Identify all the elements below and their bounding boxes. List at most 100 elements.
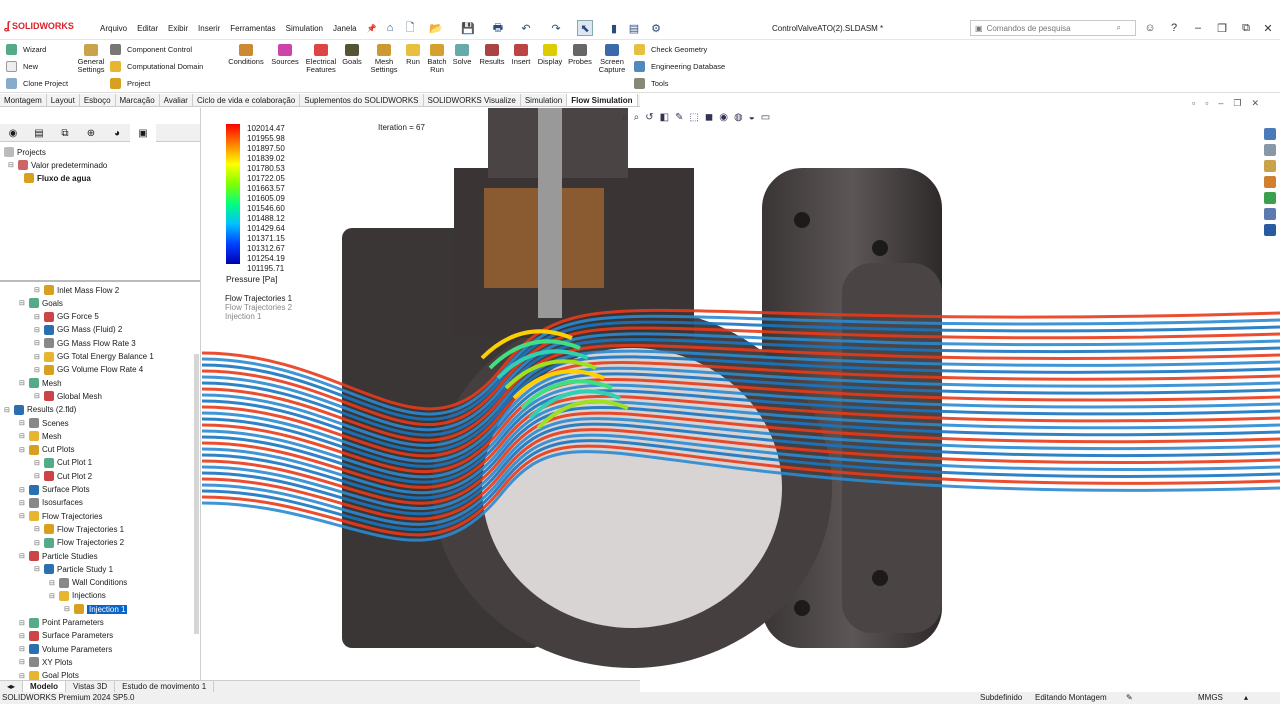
expand-icon[interactable]: ⊟ bbox=[34, 565, 41, 573]
clone-project-button[interactable]: Clone Project bbox=[6, 78, 68, 89]
tree-item[interactable]: ⊟ Global Mesh bbox=[34, 390, 102, 402]
view-settings-icon[interactable]: ▭ bbox=[761, 112, 770, 123]
tree-item[interactable]: ⊟ XY Plots bbox=[19, 656, 73, 668]
view-palette-icon[interactable] bbox=[1264, 176, 1276, 188]
expand-icon[interactable]: ⊟ bbox=[64, 605, 71, 613]
results-button[interactable]: Results bbox=[478, 42, 506, 66]
tree-item[interactable]: ⊟ GG Mass (Fluid) 2 bbox=[34, 324, 122, 336]
tree-item[interactable]: ⊟ GG Total Energy Balance 1 bbox=[34, 351, 154, 363]
display-manager-tab-icon[interactable]: ◕ bbox=[104, 124, 130, 142]
menu-arquivo[interactable]: Arquivo bbox=[95, 24, 132, 33]
expand-icon[interactable]: ⊟ bbox=[49, 592, 56, 600]
window-restore-icon[interactable]: ⧉ bbox=[1238, 20, 1254, 36]
tab-layout[interactable]: Layout bbox=[47, 94, 80, 106]
probes-button[interactable]: Probes bbox=[566, 42, 594, 66]
component-control-button[interactable]: Component Control bbox=[110, 44, 192, 55]
tree-item[interactable]: ⊟ GG Mass Flow Rate 3 bbox=[34, 337, 136, 349]
section-view-icon[interactable]: ◧ bbox=[660, 112, 669, 123]
tree-item[interactable]: ⊟ Inlet Mass Flow 2 bbox=[34, 284, 119, 296]
run-button[interactable]: Run bbox=[402, 42, 424, 66]
check-geometry-button[interactable]: Check Geometry bbox=[634, 44, 707, 55]
tab-suplementos[interactable]: Suplementos do SOLIDWORKS bbox=[300, 94, 424, 106]
expand-icon[interactable]: ⊟ bbox=[34, 472, 41, 480]
project-button[interactable]: Project bbox=[110, 78, 150, 89]
restore-icon[interactable]: ❐ bbox=[1214, 20, 1230, 36]
zoom-area-icon[interactable]: ⌕ bbox=[634, 112, 640, 123]
dynamic-annotation-icon[interactable]: ✎ bbox=[675, 112, 683, 123]
display-style-icon[interactable]: ◼ bbox=[705, 112, 713, 123]
hide-show-icon[interactable]: ◉ bbox=[719, 112, 728, 123]
feature-manager-tab-icon[interactable]: ◉ bbox=[0, 124, 26, 142]
menu-janela[interactable]: Janela bbox=[328, 24, 362, 33]
expand-icon[interactable]: ⊟ bbox=[19, 552, 26, 560]
resources-icon[interactable] bbox=[1264, 128, 1276, 140]
previous-view-icon[interactable]: ↺ bbox=[645, 112, 653, 123]
expand-icon[interactable]: ⊟ bbox=[34, 539, 41, 547]
nav-arrows-icon[interactable]: ◂▸ bbox=[0, 681, 24, 692]
zoom-to-fit-icon[interactable]: ⌕ bbox=[622, 112, 628, 123]
display-button[interactable]: Display bbox=[536, 42, 564, 66]
menu-editar[interactable]: Editar bbox=[132, 24, 163, 33]
conditions-button[interactable]: Conditions bbox=[226, 42, 266, 66]
general-settings-button[interactable]: General Settings bbox=[74, 42, 108, 74]
insert-button[interactable]: Insert bbox=[508, 42, 534, 66]
tree-item[interactable]: ⊟ Goals bbox=[19, 297, 63, 309]
rebuild-icon[interactable]: ✎ bbox=[1126, 692, 1133, 704]
status-units[interactable]: MMGS bbox=[1198, 692, 1223, 704]
redo-icon[interactable]: ↷ bbox=[548, 20, 564, 36]
expand-icon[interactable]: ⊟ bbox=[34, 286, 41, 294]
graphics-viewport[interactable] bbox=[202, 108, 1280, 680]
tree-item[interactable]: ⊟ Cut Plots bbox=[19, 444, 74, 456]
computational-domain-button[interactable]: Computational Domain bbox=[110, 61, 203, 72]
configuration-manager-tab-icon[interactable]: ⧉ bbox=[52, 124, 78, 142]
wizard-button[interactable]: Wizard bbox=[6, 44, 46, 55]
expand-icon[interactable]: ⊟ bbox=[34, 339, 41, 347]
expand-icon[interactable]: ⊟ bbox=[34, 313, 41, 321]
save-icon[interactable]: 💾 bbox=[460, 20, 476, 36]
expand-icon[interactable]: ⊟ bbox=[34, 525, 41, 533]
expand-icon[interactable]: ⊟ bbox=[19, 446, 26, 454]
new-project-button[interactable]: New bbox=[6, 61, 38, 72]
user-icon[interactable]: ☺ bbox=[1142, 20, 1158, 36]
expand-icon[interactable]: ⊟ bbox=[19, 512, 26, 520]
tree-item[interactable]: ⊟ Flow Trajectories 1 bbox=[34, 523, 124, 535]
expand-icon[interactable]: ⊟ bbox=[4, 406, 11, 414]
tree-item[interactable]: ⊟ Injections bbox=[49, 590, 106, 602]
apply-scene-icon[interactable]: ◒ bbox=[749, 112, 755, 123]
tree-item[interactable]: ⊟ Cut Plot 2 bbox=[34, 470, 92, 482]
expand-icon[interactable]: ⊟ bbox=[19, 499, 26, 507]
solidworks-forum-icon[interactable] bbox=[1264, 224, 1276, 236]
expand-icon[interactable]: ⊟ bbox=[19, 672, 26, 680]
tab-modelo[interactable]: Modelo bbox=[23, 681, 67, 692]
new-doc-icon[interactable]: 🗋 bbox=[402, 20, 418, 36]
sources-button[interactable]: Sources bbox=[270, 42, 300, 66]
expand-icon[interactable]: ⊟ bbox=[34, 459, 41, 467]
tab-simulation[interactable]: Simulation bbox=[521, 94, 568, 106]
tree-item[interactable]: ⊟ Wall Conditions bbox=[49, 577, 127, 589]
expand-icon[interactable]: ⊟ bbox=[19, 632, 26, 640]
expand-icon[interactable]: ⊟ bbox=[19, 379, 26, 387]
options-gear-icon[interactable]: ⚙ bbox=[648, 20, 664, 36]
viewport-close-icon[interactable]: ✕ bbox=[1252, 98, 1260, 109]
tree-item[interactable]: ⊟ Point Parameters bbox=[19, 617, 104, 629]
expand-icon[interactable]: ⊟ bbox=[49, 579, 56, 587]
tree-scrollbar[interactable] bbox=[194, 354, 199, 634]
tab-flow-simulation[interactable]: Flow Simulation bbox=[567, 94, 638, 106]
tree-item[interactable]: ⊟ Volume Parameters bbox=[19, 643, 112, 655]
viewport-restore-icon[interactable]: ❐ bbox=[1233, 98, 1241, 109]
expand-icon[interactable]: ⊟ bbox=[34, 353, 41, 361]
goals-button[interactable]: Goals bbox=[340, 42, 364, 66]
tools-button[interactable]: Tools bbox=[634, 78, 669, 89]
viewport-split-icon[interactable]: ▫ bbox=[1205, 98, 1208, 109]
menu-ferramentas[interactable]: Ferramentas bbox=[225, 24, 280, 33]
viewport-tile-icon[interactable]: ▫ bbox=[1192, 98, 1195, 109]
layer-injection-1[interactable]: Injection 1 bbox=[225, 312, 261, 321]
property-manager-tab-icon[interactable]: ▤ bbox=[26, 124, 52, 142]
tree-fluxo-project[interactable]: Fluxo de agua bbox=[24, 172, 91, 184]
tree-item[interactable]: ⊟ Injection 1 bbox=[64, 603, 128, 615]
tab-ciclo-de-vida[interactable]: Ciclo de vida e colaboração bbox=[193, 94, 301, 106]
dimxpert-tab-icon[interactable]: ⊕ bbox=[78, 124, 104, 142]
tree-item[interactable]: ⊟ Isosurfaces bbox=[19, 497, 83, 509]
tree-item[interactable]: ⊟ Surface Plots bbox=[19, 484, 90, 496]
expand-icon[interactable]: ⊟ bbox=[19, 619, 26, 627]
